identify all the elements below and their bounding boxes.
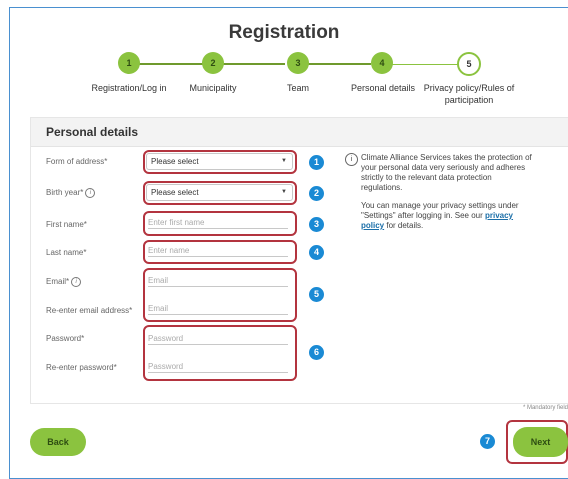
step-2-label: Municipality — [189, 83, 237, 93]
first-name-label: First name* — [46, 220, 87, 229]
highlight-box-3 — [143, 211, 297, 236]
re-enter-password-label: Re-enter password* — [46, 363, 117, 372]
highlight-box-2 — [143, 181, 297, 205]
highlight-box-5 — [143, 268, 297, 322]
last-name-label: Last name* — [46, 248, 87, 257]
re-enter-email-label: Re-enter email address* — [46, 306, 133, 315]
highlight-box-1 — [143, 150, 297, 174]
page-title: Registration — [228, 22, 340, 43]
callout-badge-6: 6 — [309, 345, 324, 360]
highlight-box-6 — [143, 325, 297, 381]
password-label: Password* — [46, 334, 85, 343]
step-3-circle[interactable]: 3 — [287, 52, 309, 74]
callout-badge-7: 7 — [480, 434, 495, 449]
callout-badge-1: 1 — [309, 155, 324, 170]
info-icon: i — [345, 153, 358, 166]
step-1-label: Registration/Log in — [91, 83, 167, 93]
privacy-info: i Climate Alliance Services takes the pr… — [345, 153, 535, 239]
section-title: Personal details — [46, 125, 139, 139]
callout-badge-3: 3 — [309, 217, 324, 232]
back-button[interactable]: Back — [30, 428, 86, 456]
card-header: Personal details — [31, 118, 568, 147]
email-label: Email* — [46, 277, 70, 287]
privacy-info-suffix: for details. — [384, 221, 424, 230]
birth-year-label: Birth year* — [46, 188, 84, 198]
callout-badge-2: 2 — [309, 186, 324, 201]
step-1-circle[interactable]: 1 — [118, 52, 140, 74]
step-2-circle[interactable]: 2 — [202, 52, 224, 74]
step-4-label: Personal details — [350, 83, 416, 93]
info-icon[interactable]: i — [71, 277, 82, 287]
step-4-circle[interactable]: 4 — [371, 52, 393, 74]
mandatory-field-note: * Mandatory field — [522, 405, 568, 411]
step-3-label: Team — [286, 83, 309, 93]
info-icon[interactable]: i — [85, 188, 96, 198]
privacy-info-text-1: Climate Alliance Services takes the prot… — [361, 153, 532, 192]
step-5-circle[interactable]: 5 — [457, 52, 481, 76]
step-5-label: Privacy policy/Rules of participation — [423, 83, 515, 105]
callout-badge-4: 4 — [309, 245, 324, 260]
privacy-info-text-2: You can manage your privacy settings und… — [361, 201, 535, 231]
callout-badge-5: 5 — [309, 287, 324, 302]
form-of-address-label: Form of address* — [46, 157, 108, 166]
highlight-box-4 — [143, 240, 297, 264]
stepper-line-remaining — [392, 64, 460, 65]
birth-year-label-wrap: Birth year* i — [46, 188, 96, 198]
next-button[interactable]: Next — [513, 427, 568, 457]
email-label-wrap: Email* i — [46, 277, 82, 287]
